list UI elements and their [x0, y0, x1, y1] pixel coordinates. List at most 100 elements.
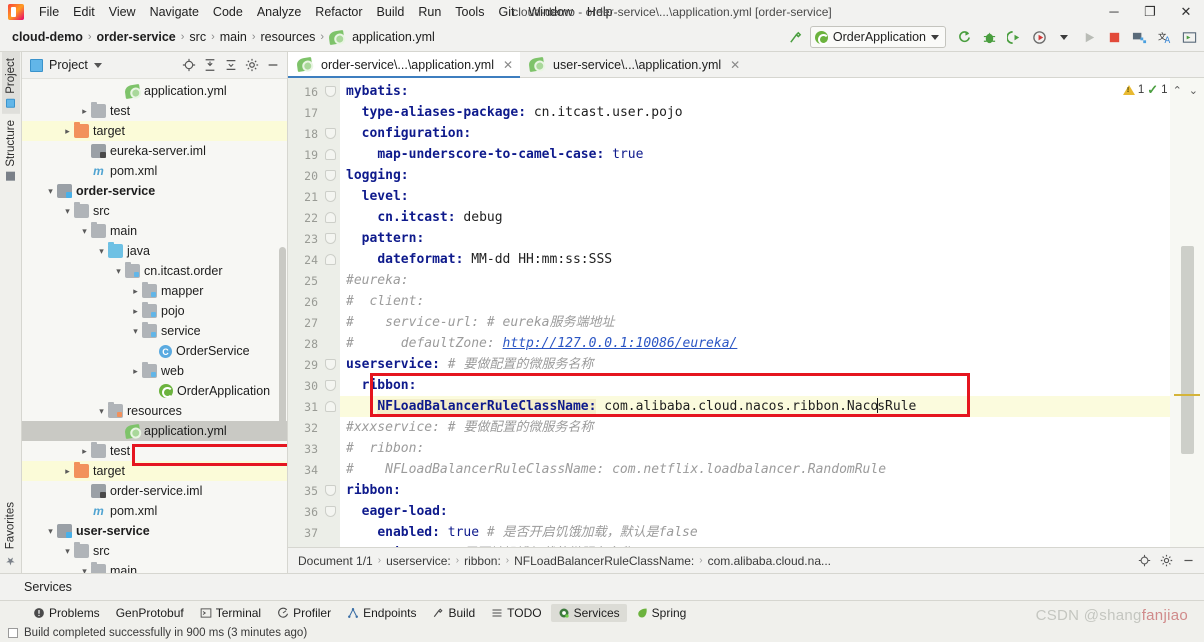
tree-node-cn-itcast-order[interactable]: ▾ cn.itcast.order [22, 261, 287, 281]
run-icon[interactable] [1078, 26, 1100, 48]
gutter-line-30[interactable]: 30 [288, 375, 340, 396]
gutter-line-32[interactable]: 32 [288, 417, 340, 438]
menu-build[interactable]: Build [370, 3, 412, 21]
rerun-icon[interactable] [953, 26, 975, 48]
breadcrumb-application-yml[interactable]: application.yml [325, 29, 439, 45]
menu-refactor[interactable]: Refactor [308, 3, 369, 21]
tree-node-pom-xml[interactable]: m pom.xml [22, 501, 287, 521]
gutter-line-22[interactable]: 22 [288, 207, 340, 228]
project-tree[interactable]: application.yml ▸ test ▸ target eureka-server… [22, 79, 287, 573]
tree-node-src[interactable]: ▾ src [22, 541, 287, 561]
gutter-line-19[interactable]: 19 [288, 144, 340, 165]
code-line-30[interactable]: ribbon: [340, 375, 1170, 396]
chevron-down-icon[interactable]: ▾ [44, 525, 57, 538]
menu-git[interactable]: Git [491, 3, 521, 21]
tool-tab-endpoints[interactable]: Endpoints [340, 604, 423, 622]
tree-node-main[interactable]: ▾ main [22, 221, 287, 241]
fold-expand-icon[interactable] [325, 233, 336, 244]
tool-tab-services[interactable]: Services [550, 603, 627, 622]
tool-tab-todo[interactable]: TODO [484, 604, 548, 622]
settings-gear-icon[interactable] [1156, 551, 1176, 571]
menu-help[interactable]: Help [580, 3, 620, 21]
chevron-down-icon[interactable]: ▾ [112, 265, 125, 278]
code-line-22[interactable]: cn.itcast: debug [340, 207, 1170, 228]
code-line-17[interactable]: type-aliases-package: cn.itcast.user.poj… [340, 102, 1170, 123]
next-problem-icon[interactable]: ⌄ [1187, 84, 1200, 97]
chevron-down-icon[interactable] [1053, 26, 1075, 48]
fold-expand-icon[interactable] [325, 170, 336, 181]
chevron-down-icon[interactable]: ▾ [44, 185, 57, 198]
tree-node-application-yml[interactable]: application.yml [22, 81, 287, 101]
breadcrumb-src[interactable]: src [185, 29, 210, 45]
locate-icon[interactable] [1134, 551, 1154, 571]
close-button[interactable]: ✕ [1168, 1, 1204, 23]
checkbox-icon[interactable] [8, 628, 18, 638]
code-line-37[interactable]: enabled: true # 是否开启饥饿加载，默认是false [340, 522, 1170, 543]
tool-tab-build[interactable]: Build [425, 604, 482, 622]
menu-edit[interactable]: Edit [66, 3, 102, 21]
locate-icon[interactable] [179, 55, 199, 75]
gutter-line-29[interactable]: 29 [288, 354, 340, 375]
menu-analyze[interactable]: Analyze [250, 3, 308, 21]
fold-end-icon[interactable] [325, 401, 336, 412]
editor-gutter[interactable]: 16 17 18 19 20 21 22 23 24 25 26 27 28 29 30 31 32 33 34 35… [288, 78, 340, 547]
expand-all-icon[interactable] [200, 55, 220, 75]
tab-user-service-application-yml[interactable]: user-service\...\application.yml ✕ [520, 52, 748, 77]
project-structure-icon[interactable] [1128, 26, 1150, 48]
menu-tools[interactable]: Tools [448, 3, 491, 21]
close-icon[interactable]: ✕ [503, 58, 513, 72]
tool-tab-structure[interactable]: Structure [2, 114, 20, 187]
fold-expand-icon[interactable] [325, 191, 336, 202]
menu-code[interactable]: Code [206, 3, 250, 21]
chevron-down-icon[interactable]: ▾ [95, 245, 108, 258]
chevron-right-icon[interactable]: ▸ [61, 125, 74, 138]
tree-node-pom-xml[interactable]: m pom.xml [22, 161, 287, 181]
menu-run[interactable]: Run [411, 3, 448, 21]
fold-expand-icon[interactable] [325, 506, 336, 517]
breadcrumb-main[interactable]: main [216, 29, 251, 45]
breadcrumb-order-service[interactable]: order-service [93, 29, 180, 45]
gutter-line-17[interactable]: 17 [288, 102, 340, 123]
gutter-line-24[interactable]: 24 [288, 249, 340, 270]
code-line-24[interactable]: dateformat: MM-dd HH:mm:ss:SSS [340, 249, 1170, 270]
gutter-line-37[interactable]: 37 [288, 522, 340, 543]
fold-expand-icon[interactable] [325, 359, 336, 370]
gutter-line-25[interactable]: 25 [288, 270, 340, 291]
close-icon[interactable]: ✕ [730, 58, 740, 72]
doc-breadcrumb-item[interactable]: com.alibaba.cloud.na... [708, 554, 831, 568]
tree-node-eureka-server-iml[interactable]: eureka-server.iml [22, 141, 287, 161]
chevron-right-icon[interactable]: ▸ [129, 285, 142, 298]
chevron-down-icon[interactable]: ▾ [61, 545, 74, 558]
fold-expand-icon[interactable] [325, 485, 336, 496]
gutter-line-27[interactable]: 27 [288, 312, 340, 333]
tab-order-service-application-yml[interactable]: order-service\...\application.yml ✕ [288, 52, 521, 78]
build-hammer-icon[interactable] [785, 26, 807, 48]
menu-file[interactable]: File [32, 3, 66, 21]
gutter-line-28[interactable]: 28 [288, 333, 340, 354]
code-line-19[interactable]: map-underscore-to-camel-case: true [340, 144, 1170, 165]
fold-expand-icon[interactable] [325, 380, 336, 391]
tree-node-java[interactable]: ▾ java [22, 241, 287, 261]
menu-window[interactable]: Window [521, 3, 579, 21]
tree-node-test[interactable]: ▸ test [22, 101, 287, 121]
code-line-33[interactable]: # ribbon: [340, 438, 1170, 459]
profile-icon[interactable] [1028, 26, 1050, 48]
breadcrumb-cloud-demo[interactable]: cloud-demo [8, 29, 87, 45]
tool-tab-genprotobuf[interactable]: GenProtobuf [109, 604, 191, 622]
run-configuration-selector[interactable]: OrderApplication [809, 26, 946, 48]
gutter-line-20[interactable]: 20 [288, 165, 340, 186]
terminal-icon[interactable] [1178, 26, 1200, 48]
tree-node-mapper[interactable]: ▸ mapper [22, 281, 287, 301]
tool-tab-terminal[interactable]: Terminal [193, 604, 268, 622]
chevron-right-icon[interactable]: ▸ [78, 445, 91, 458]
code-line-32[interactable]: #xxxservice: # 要做配置的微服务名称 [340, 417, 1170, 438]
stop-icon[interactable] [1103, 26, 1125, 48]
prev-problem-icon[interactable]: ⌃ [1171, 84, 1184, 97]
gutter-line-21[interactable]: 21 [288, 186, 340, 207]
gutter-line-26[interactable]: 26 [288, 291, 340, 312]
project-panel-title[interactable]: Project [30, 58, 102, 72]
code-line-27[interactable]: # service-url: # eureka服务端地址 [340, 312, 1170, 333]
chevron-right-icon[interactable]: ▸ [129, 305, 142, 318]
chevron-right-icon[interactable]: ▸ [61, 465, 74, 478]
gutter-line-35[interactable]: 35 [288, 480, 340, 501]
